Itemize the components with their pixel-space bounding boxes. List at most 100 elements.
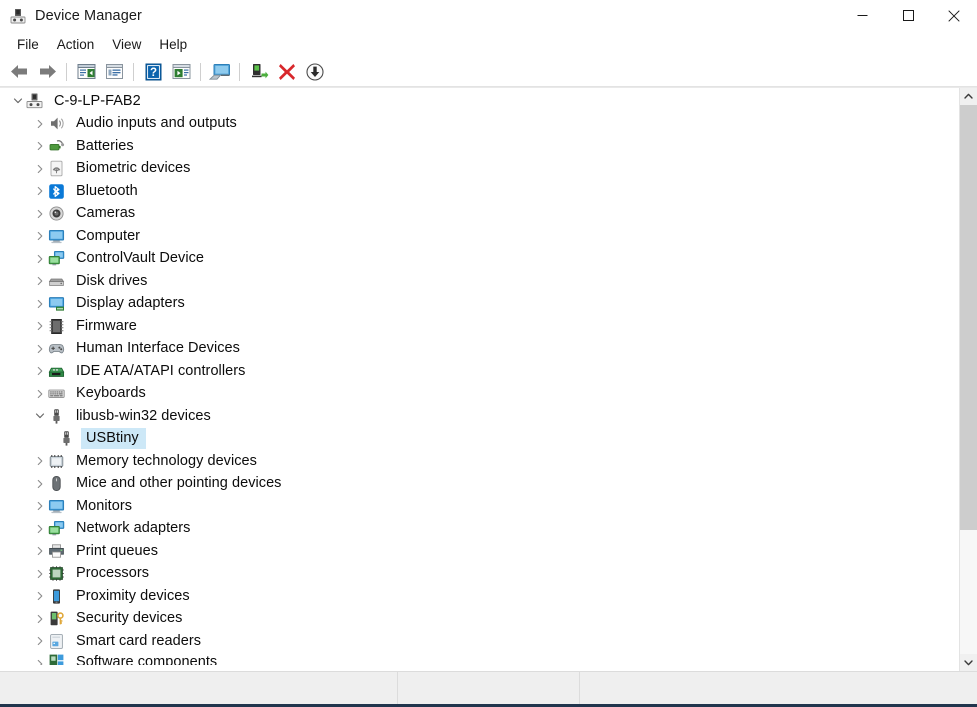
processor-icon — [48, 565, 65, 582]
scan-monitor-icon — [209, 63, 230, 80]
tree-row-biometric-devices[interactable]: Biometric devices — [0, 158, 959, 181]
left-arrow-icon — [10, 65, 27, 78]
chevron-right-icon[interactable] — [32, 225, 48, 247]
vertical-scrollbar[interactable] — [959, 88, 977, 671]
scroll-down-button[interactable] — [960, 654, 977, 671]
tree-label: Proximity devices — [76, 587, 190, 604]
minimize-button[interactable] — [839, 0, 885, 31]
toolbar-separator-1 — [66, 62, 67, 81]
uninstall-device-button[interactable] — [273, 59, 301, 85]
properties-button[interactable] — [100, 59, 128, 85]
tree-row-smart-card-readers[interactable]: Smart card readers — [0, 630, 959, 653]
chevron-right-icon[interactable] — [32, 383, 48, 405]
tree-label: Print queues — [76, 542, 159, 559]
keyboard-icon — [48, 385, 65, 402]
usb-icon — [58, 430, 75, 447]
chevron-right-icon[interactable] — [32, 653, 48, 665]
title-bar: Device Manager — [0, 0, 977, 31]
tree-row-monitors[interactable]: Monitors — [0, 495, 959, 518]
chevron-right-icon[interactable] — [32, 158, 48, 180]
chevron-right-icon[interactable] — [32, 540, 48, 562]
tree-row-keyboards[interactable]: Keyboards — [0, 383, 959, 406]
chevron-right-icon[interactable] — [32, 585, 48, 607]
menu-view[interactable]: View — [103, 34, 150, 55]
tree-row-ide-ata-atapi-controllers[interactable]: IDE ATA/ATAPI controllers — [0, 360, 959, 383]
forward-button[interactable] — [33, 59, 61, 85]
scrollbar-track[interactable] — [960, 105, 977, 654]
scrollbar-thumb[interactable] — [960, 105, 977, 530]
gamepad-icon — [48, 340, 65, 357]
status-pane-1 — [0, 672, 398, 704]
tree-row-display-adapters[interactable]: Display adapters — [0, 293, 959, 316]
enable-device-button[interactable] — [245, 59, 273, 85]
tree-row-bluetooth[interactable]: Bluetooth — [0, 180, 959, 203]
device-manager-window: Device Manager File Action View Help ? C… — [0, 0, 977, 707]
chevron-right-icon[interactable] — [32, 495, 48, 517]
tree-row-computer[interactable]: Computer — [0, 225, 959, 248]
proximity-icon — [48, 588, 65, 605]
chevron-right-icon[interactable] — [32, 270, 48, 292]
tree-row-disk-drives[interactable]: Disk drives — [0, 270, 959, 293]
disable-device-button[interactable] — [301, 59, 329, 85]
menu-file[interactable]: File — [8, 34, 48, 55]
tree-row-processors[interactable]: Processors — [0, 563, 959, 586]
tree-row-firmware[interactable]: Firmware — [0, 315, 959, 338]
chevron-right-icon[interactable] — [32, 113, 48, 135]
scroll-up-button[interactable] — [960, 88, 977, 105]
device-tree[interactable]: C-9-LP-FAB2 Audio inputs and outputs Bat… — [0, 88, 959, 671]
software-component-icon — [48, 653, 65, 665]
tree-row-print-queues[interactable]: Print queues — [0, 540, 959, 563]
chevron-right-icon[interactable] — [32, 450, 48, 472]
chevron-right-icon[interactable] — [32, 338, 48, 360]
tree-row-proximity-devices[interactable]: Proximity devices — [0, 585, 959, 608]
menu-help[interactable]: Help — [150, 34, 196, 55]
chevron-right-icon[interactable] — [32, 473, 48, 495]
maximize-button[interactable] — [885, 0, 931, 31]
tree-row-usbtiny[interactable]: USBtiny — [0, 428, 959, 451]
status-pane-2 — [398, 672, 580, 704]
chevron-right-icon[interactable] — [32, 518, 48, 540]
status-pane-3 — [580, 672, 977, 704]
chevron-right-icon[interactable] — [32, 135, 48, 157]
chevron-right-icon[interactable] — [32, 248, 48, 270]
tree-row-audio-inputs-and-outputs[interactable]: Audio inputs and outputs — [0, 113, 959, 136]
chevron-right-icon[interactable] — [32, 180, 48, 202]
speaker-icon — [48, 115, 65, 132]
chevron-right-icon[interactable] — [32, 563, 48, 585]
chevron-right-icon[interactable] — [32, 315, 48, 337]
tree-row-computer-root[interactable]: C-9-LP-FAB2 — [0, 90, 959, 113]
tree-row-memory-technology-devices[interactable]: Memory technology devices — [0, 450, 959, 473]
tree-row-batteries[interactable]: Batteries — [0, 135, 959, 158]
tree-row-libusb-win32-devices[interactable]: libusb-win32 devices — [0, 405, 959, 428]
tree-label: Bluetooth — [76, 182, 138, 199]
mouse-icon — [48, 475, 65, 492]
show-hide-console-tree-button[interactable] — [72, 59, 100, 85]
tree-label: USBtiny — [86, 430, 139, 447]
menu-action[interactable]: Action — [48, 34, 104, 55]
smart-card-reader-icon — [48, 633, 65, 650]
device-manager-icon — [10, 8, 26, 24]
console-tree-icon — [77, 64, 95, 79]
tree-row-security-devices[interactable]: Security devices — [0, 608, 959, 631]
chevron-down-icon[interactable] — [10, 90, 26, 112]
security-key-icon — [48, 610, 65, 627]
chevron-right-icon[interactable] — [32, 203, 48, 225]
tree-row-software-components[interactable]: Software components — [0, 653, 959, 665]
help-button[interactable]: ? — [139, 59, 167, 85]
tree-row-network-adapters[interactable]: Network adapters — [0, 518, 959, 541]
tree-row-human-interface-devices[interactable]: Human Interface Devices — [0, 338, 959, 361]
tree-row-cameras[interactable]: Cameras — [0, 203, 959, 226]
scan-for-hardware-changes-button[interactable] — [206, 59, 234, 85]
chevron-right-icon[interactable] — [32, 360, 48, 382]
chevron-right-icon[interactable] — [32, 608, 48, 630]
chevron-down-icon[interactable] — [32, 405, 48, 427]
back-button[interactable] — [5, 59, 33, 85]
chevron-right-icon[interactable] — [32, 293, 48, 315]
toolbar-separator-2 — [133, 62, 134, 81]
close-button[interactable] — [931, 0, 977, 31]
chevron-right-icon[interactable] — [32, 630, 48, 652]
tree-row-controlvault-device[interactable]: ControlVault Device — [0, 248, 959, 271]
tree-row-mice-and-other-pointing-devices[interactable]: Mice and other pointing devices — [0, 473, 959, 496]
down-arrow-circle-icon — [306, 62, 324, 81]
update-driver-button[interactable] — [167, 59, 195, 85]
